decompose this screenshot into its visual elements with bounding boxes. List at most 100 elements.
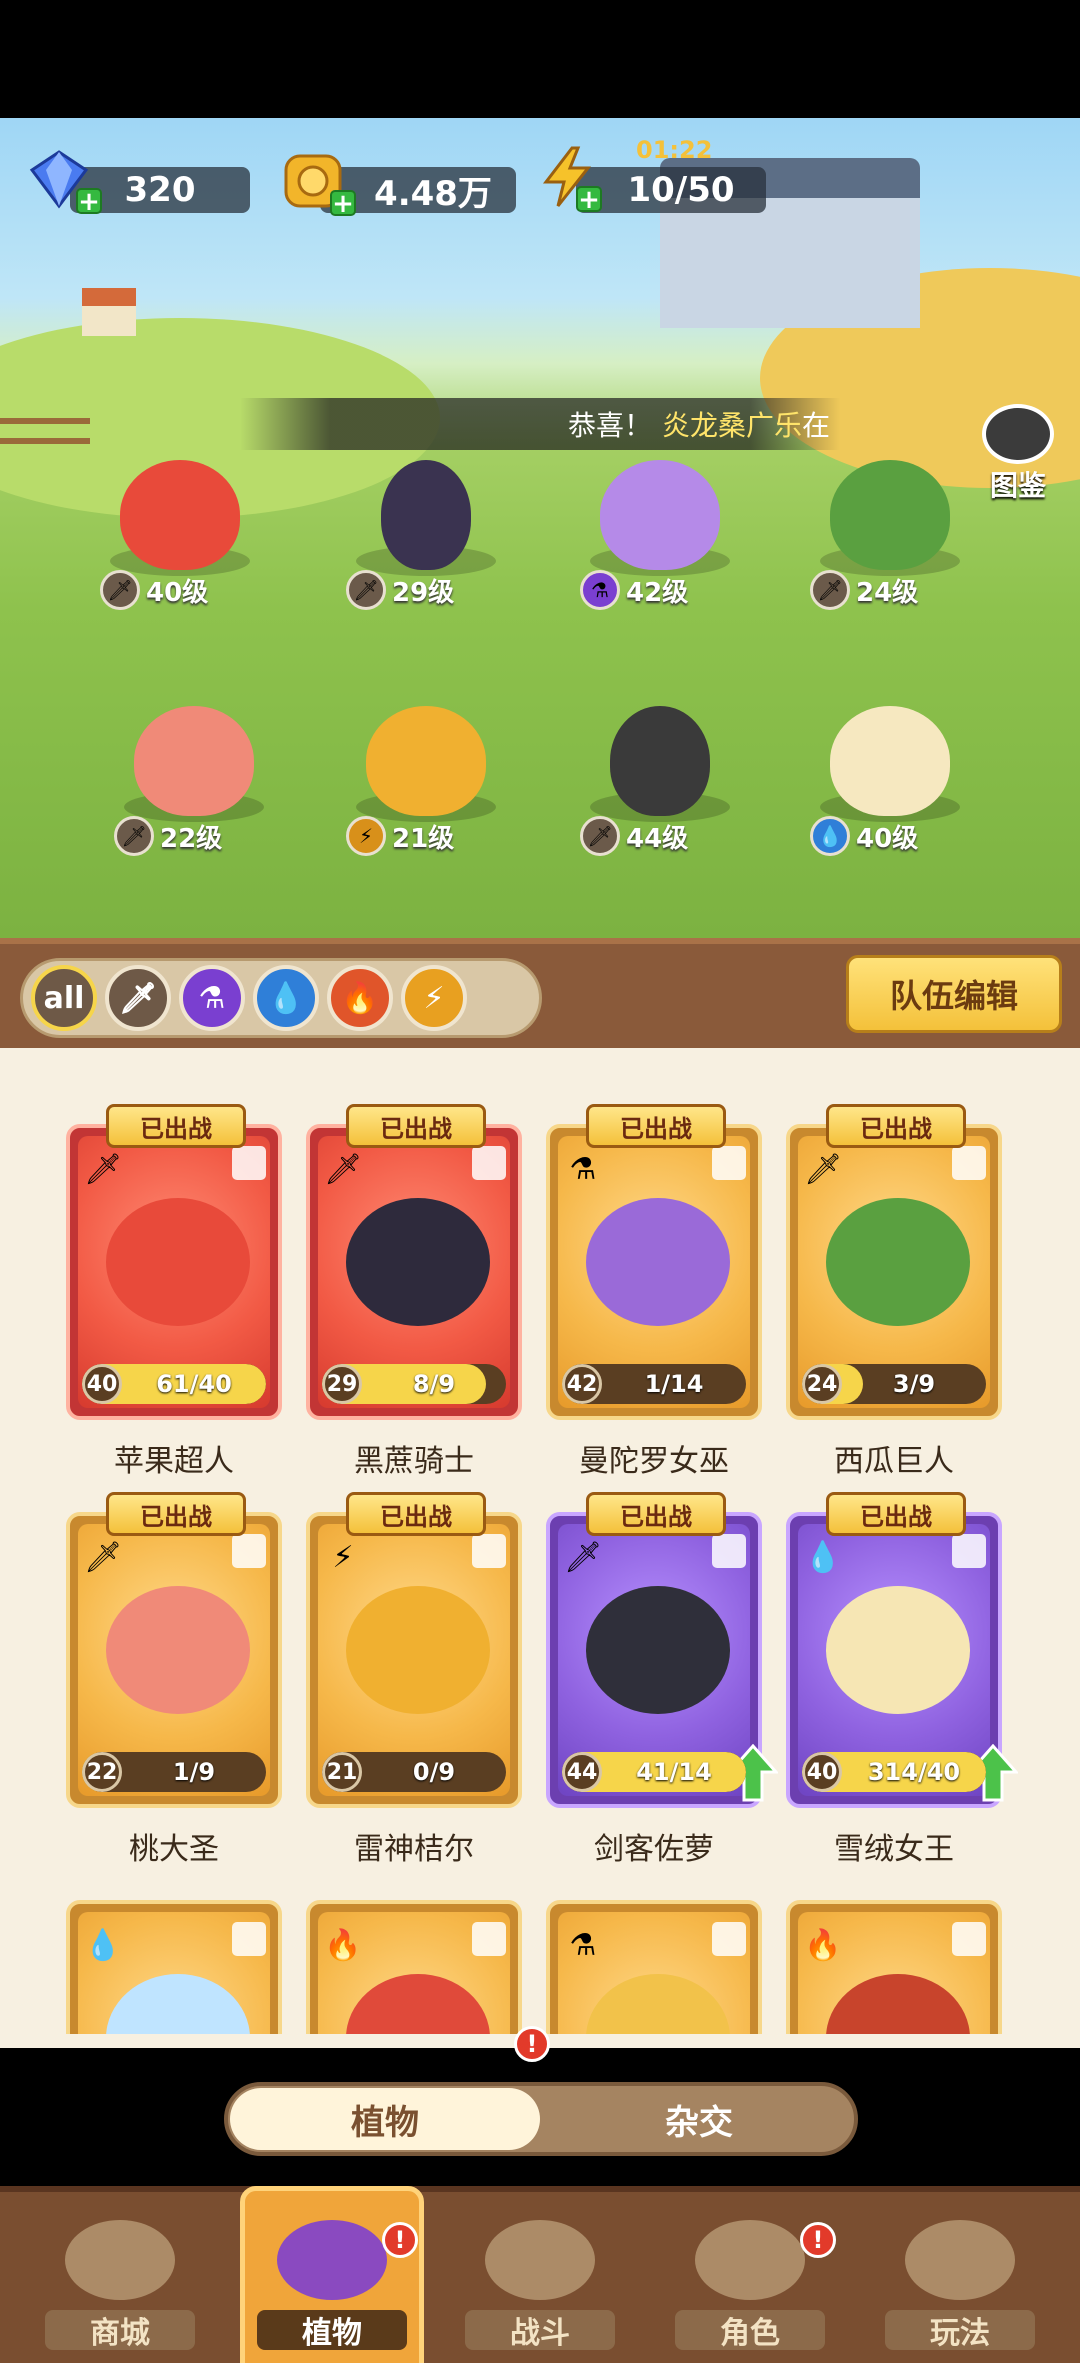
- plant-card[interactable]: 💧: [66, 1900, 282, 2034]
- unit-level-label: 22级: [160, 823, 223, 854]
- filter-water-button[interactable]: 💧: [253, 965, 319, 1031]
- card-progress: 22 1/9: [82, 1752, 266, 1792]
- potion-icon: ⚗: [198, 980, 226, 1016]
- tab-plants[interactable]: 植物: [230, 2088, 540, 2150]
- plant-name: 黑蔗骑士: [354, 1444, 474, 1479]
- banner-suffix: 在: [801, 409, 830, 442]
- unit-sprite: [830, 706, 950, 816]
- slot-icon: [712, 1146, 746, 1180]
- filter-lightning-button[interactable]: ⚡: [401, 965, 467, 1031]
- tab-hybrid[interactable]: 杂交: [544, 2088, 854, 2150]
- codex-button[interactable]: 图鉴: [972, 404, 1064, 504]
- unit-level-label: 44级: [626, 823, 689, 854]
- filter-potion-button[interactable]: ⚗: [179, 965, 245, 1031]
- plant-card[interactable]: 🗡 40 61/40: [66, 1124, 282, 1420]
- banner-prefix: 恭喜！: [567, 409, 652, 442]
- gameplay-icon: [905, 2220, 1015, 2300]
- filter-sword-button[interactable]: 🗡: [105, 965, 171, 1031]
- status-bar: [0, 0, 1080, 118]
- card-progress-text: 61/40: [156, 1370, 232, 1398]
- water-icon: 💧: [810, 816, 850, 856]
- plant-card[interactable]: 🗡 44 41/14: [546, 1512, 762, 1808]
- unit-level-label: 40级: [146, 577, 209, 608]
- nav-gameplay[interactable]: 玩法: [862, 2220, 1058, 2363]
- slot-icon: [232, 1534, 266, 1568]
- plant-portrait: [106, 1586, 250, 1714]
- plant-card[interactable]: ⚗: [546, 1900, 762, 2034]
- element-filter-bar: all 🗡 ⚗ 💧 🔥 ⚡: [20, 958, 542, 1038]
- announcement-banner: 恭喜！ 炎龙桑广乐 在: [240, 398, 840, 450]
- plant-card[interactable]: ⚡ 21 0/9: [306, 1512, 522, 1808]
- deployed-tag: 已出战: [586, 1104, 726, 1148]
- unit-level: 🗡 40级: [100, 570, 250, 610]
- sword-icon: 🗡: [346, 570, 386, 610]
- plant-portrait: [826, 1198, 970, 1326]
- add-gems-icon[interactable]: +: [76, 188, 102, 215]
- unit-level: 🗡 29级: [346, 570, 496, 610]
- plant-card[interactable]: 🗡 22 1/9: [66, 1512, 282, 1808]
- plant-card[interactable]: ⚗ 42 1/14: [546, 1124, 762, 1420]
- filter-fire-button[interactable]: 🔥: [327, 965, 393, 1031]
- energy-counter: 10/50: [576, 167, 766, 213]
- field-unit[interactable]: 💧 40级: [800, 706, 980, 856]
- team-edit-button[interactable]: 队伍编辑: [846, 955, 1062, 1033]
- nav-shop[interactable]: 商城: [22, 2220, 218, 2363]
- filter-all-button[interactable]: all: [31, 965, 97, 1031]
- card-progress: 29 8/9: [322, 1364, 506, 1404]
- slot-icon: [232, 1922, 266, 1956]
- plant-card[interactable]: 💧 40 314/40: [786, 1512, 1002, 1808]
- card-progress-text: 314/40: [867, 1758, 961, 1786]
- plants-icon: [277, 2220, 387, 2300]
- field-unit[interactable]: 🗡 44级: [570, 706, 750, 856]
- category-toggle: 植物 杂交: [224, 2082, 858, 2156]
- energy-timer: 01:22: [636, 136, 713, 164]
- field-unit[interactable]: 🗡 22级: [104, 706, 284, 856]
- fire-icon: 🔥: [341, 980, 379, 1016]
- unit-level: 🗡 24级: [810, 570, 960, 610]
- nav-battle[interactable]: 战斗: [442, 2220, 638, 2363]
- unit-level-label: 21级: [392, 823, 455, 854]
- plant-name: 苹果超人: [114, 1444, 234, 1479]
- plant-portrait: [586, 1198, 730, 1326]
- field-unit[interactable]: ⚡ 21级: [336, 706, 516, 856]
- plant-card[interactable]: 🔥: [786, 1900, 1002, 2034]
- banner-player-name: 炎龙桑广乐: [661, 409, 802, 442]
- plant-card[interactable]: 🗡 24 3/9: [786, 1124, 1002, 1420]
- slot-icon: [712, 1922, 746, 1956]
- water-icon: 💧: [84, 1927, 122, 1963]
- nav-label: 商城: [45, 2310, 195, 2351]
- plant-name: 西瓜巨人: [834, 1444, 954, 1479]
- sword-icon: 🗡: [100, 570, 140, 610]
- lightning-icon: ⚡: [423, 980, 445, 1016]
- codex-label: 图鉴: [989, 469, 1046, 502]
- slot-icon: [952, 1922, 986, 1956]
- add-energy-icon[interactable]: +: [576, 186, 602, 213]
- slot-icon: [712, 1534, 746, 1568]
- bottom-nav: 商城 植物 战斗 角色 玩法: [0, 2186, 1080, 2363]
- lightning-icon[interactable]: +: [536, 146, 602, 213]
- plant-card[interactable]: 🗡 29 8/9: [306, 1124, 522, 1420]
- field-unit[interactable]: 🗡 29级: [336, 460, 516, 610]
- slot-icon: [472, 1534, 506, 1568]
- card-progress: 44 41/14: [562, 1752, 746, 1792]
- deployed-tag: 已出战: [106, 1104, 246, 1148]
- unit-level-label: 24级: [856, 577, 919, 608]
- card-progress-text: 41/14: [636, 1758, 712, 1786]
- add-coins-icon[interactable]: +: [330, 190, 356, 217]
- card-progress-text: 1/9: [172, 1758, 216, 1786]
- lightning-icon: ⚡: [346, 816, 386, 856]
- field-unit[interactable]: 🗡 24级: [800, 460, 980, 610]
- coin-icon[interactable]: +: [282, 150, 356, 217]
- deployed-tag: 已出战: [346, 1492, 486, 1536]
- slot-icon: [472, 1922, 506, 1956]
- field-unit[interactable]: ⚗ 42级: [570, 460, 750, 610]
- plant-card[interactable]: 🔥: [306, 1900, 522, 2034]
- diamond-icon[interactable]: +: [28, 148, 102, 215]
- nav-label: 植物: [257, 2310, 407, 2351]
- deployed-tag: 已出战: [826, 1104, 966, 1148]
- unit-level: 💧 40级: [810, 816, 960, 856]
- field-unit[interactable]: 🗡 40级: [90, 460, 270, 610]
- unit-sprite: [830, 460, 950, 570]
- plant-name: 剑客佐萝: [594, 1832, 714, 1867]
- card-progress: 40 61/40: [82, 1364, 266, 1404]
